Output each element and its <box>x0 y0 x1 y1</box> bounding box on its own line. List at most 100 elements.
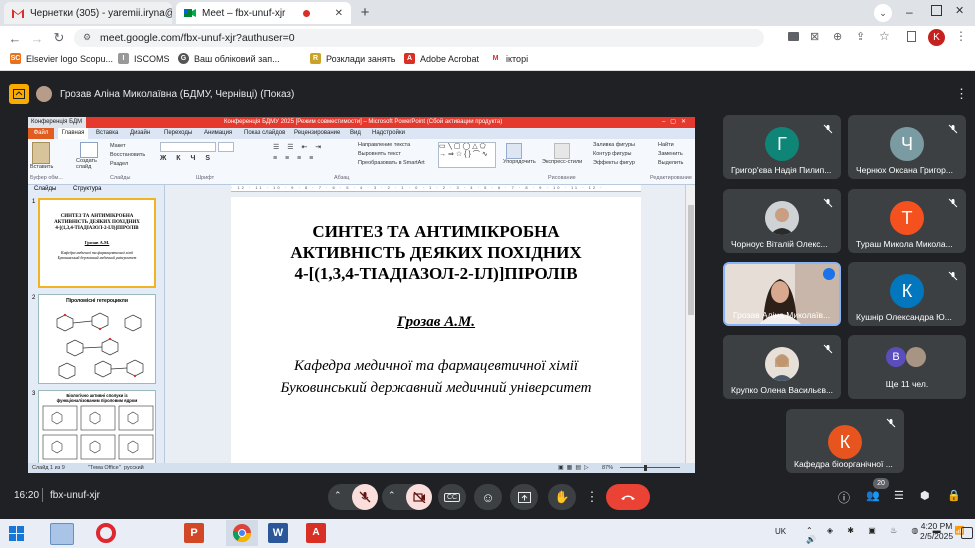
slide-thumbnail-1[interactable]: СИНТЕЗ ТА АНТИМІКРОБНА АКТИВНІСТЬ ДЕЯКИХ… <box>38 198 156 288</box>
pane-tab-outline[interactable]: Структура <box>73 186 101 192</box>
camera-permission-icon[interactable] <box>788 32 799 41</box>
ppt-tab-review[interactable]: Рецензирование <box>294 130 340 136</box>
new-slide-icon[interactable] <box>80 142 98 158</box>
quick-styles-icon[interactable] <box>554 143 570 159</box>
address-bar[interactable]: ⚙ meet.google.com/fbx-unuf-xjr?authuser=… <box>74 29 764 47</box>
bookmark-mail[interactable]: Mікторі <box>490 53 528 64</box>
side-panel-icon[interactable] <box>907 31 916 42</box>
mic-off-icon <box>948 121 958 134</box>
acrobat-icon[interactable]: A <box>306 523 326 543</box>
profile-avatar[interactable]: K <box>928 29 945 46</box>
people-icon[interactable]: 👥 <box>866 489 880 502</box>
opera-icon[interactable] <box>96 523 116 543</box>
more-options-icon[interactable]: ⋮ <box>955 86 968 102</box>
leave-call-button[interactable] <box>606 484 650 510</box>
slide-thumbnail-3[interactable]: Біологічно активні сполуки із функціонал… <box>38 390 156 465</box>
minimize-icon[interactable]: – <box>906 5 913 19</box>
forward-arrow-icon[interactable]: → <box>28 29 46 47</box>
more-actions-button[interactable]: ⋮ <box>584 484 600 510</box>
bookmark-star-icon[interactable]: ☆ <box>879 29 890 43</box>
arrange-icon[interactable] <box>506 143 522 159</box>
participant-tile-9[interactable]: К Кафедра біоорганічної ... <box>786 409 904 473</box>
view-buttons-icons[interactable]: ▣▦▤▷ <box>558 464 592 471</box>
ppt-tab-file[interactable]: Файл <box>28 128 54 139</box>
ppt-tab-addins[interactable]: Надстройки <box>372 130 405 136</box>
ppt-tab-animation[interactable]: Анимация <box>204 130 232 136</box>
windows-start-icon[interactable] <box>9 526 24 546</box>
present-icon[interactable] <box>9 84 29 104</box>
align-icons[interactable]: ≡ ≡ ≡ ≡ <box>273 155 316 162</box>
vertical-scrollbar[interactable] <box>685 185 695 463</box>
camera-off-button[interactable] <box>406 484 432 510</box>
shapes-gallery[interactable]: ▭╲▢◯△⬠ →⇒☆{}⌒∿ <box>438 142 496 168</box>
clock[interactable]: 4:20 PM 2/5/2025 <box>920 521 953 541</box>
captions-button[interactable]: CC <box>438 484 466 510</box>
ppt-tab-insert[interactable]: Вставка <box>96 130 118 136</box>
host-controls-icon[interactable]: 🔒 <box>947 489 961 502</box>
bookmark-account[interactable]: G Ваш обліковий зап... <box>178 53 280 64</box>
more-participants-tile[interactable]: В Ще 11 чел. <box>848 335 966 399</box>
paste-icon[interactable] <box>32 142 50 164</box>
font-name-box[interactable] <box>160 142 216 152</box>
participant-tile-2[interactable]: Ч Чернюх Оксана Григор... <box>848 115 966 179</box>
participant-tile-speaking[interactable]: Грозав Аліна Миколаїв... <box>723 262 841 326</box>
participant-tile-4[interactable]: Т Тураш Микола Микола... <box>848 189 966 253</box>
back-arrow-icon[interactable]: ← <box>6 29 24 47</box>
participant-tile-6[interactable]: К Кушнір Олександра Ю... <box>848 262 966 326</box>
window-close-icon[interactable]: ✕ <box>955 4 964 17</box>
participant-tile-1[interactable]: Г Григор'єва Надія Пилип... <box>723 115 841 179</box>
bookmark-adobe[interactable]: A Adobe Acrobat <box>404 53 479 64</box>
zoom-slider-thumb[interactable] <box>644 465 647 471</box>
participant-tile-7[interactable]: Крупко Олена Васильєв... <box>723 335 841 399</box>
bookmark-iscoms[interactable]: I ISCOMS <box>118 53 170 64</box>
reload-icon[interactable]: ↻ <box>50 29 68 47</box>
reactions-button[interactable]: ☺ <box>474 484 502 510</box>
zoom-icon[interactable]: ⊕ <box>833 30 842 43</box>
scrollbar-thumb[interactable] <box>688 205 694 315</box>
info-icon[interactable]: ⓘ <box>838 489 850 506</box>
tab-gmail[interactable]: Чернетки (305) - yaremii.iryna@ ✕ <box>4 2 172 24</box>
keyboard-language[interactable]: UK <box>775 527 786 536</box>
activities-icon[interactable]: ⬢ <box>920 489 930 502</box>
zoom-slider[interactable] <box>620 467 680 468</box>
chat-icon[interactable]: ☰ <box>894 489 904 502</box>
close-tab-icon[interactable]: ✕ <box>329 8 343 19</box>
bookmark-schedule[interactable]: R Розклади занять <box>310 53 396 64</box>
ppt-tab-view[interactable]: Вид <box>350 130 361 136</box>
pane-tab-slides[interactable]: Слайды <box>34 186 56 192</box>
share-icon[interactable]: ⇪ <box>856 30 865 43</box>
ppt-ribbon-tabs: Файл Главная Вставка Дизайн Переходы Ани… <box>28 128 695 139</box>
present-now-button[interactable] <box>510 484 538 510</box>
word-icon[interactable]: W <box>268 523 288 543</box>
raise-hand-button[interactable]: ✋ <box>548 484 576 510</box>
bookmark-scopus[interactable]: SC Elsevier logo Scopu... <box>10 53 113 64</box>
chrome-icon <box>232 524 251 543</box>
theme-name: "Тема Office" <box>88 465 121 471</box>
tab-meet[interactable]: Meet – fbx-unuf-xjr ✕ <box>176 2 351 24</box>
current-slide[interactable]: СИНТЕЗ ТА АНТИМІКРОБНА АКТИВНІСТЬ ДЕЯКИХ… <box>231 197 641 463</box>
maximize-icon[interactable] <box>931 5 942 16</box>
mic-options-chevron-icon[interactable]: ⌃ <box>334 490 342 501</box>
new-tab-button[interactable]: + <box>356 4 374 22</box>
horizontal-ruler: · 12 · 11 · 10 · 9 · 8 · 7 · 6 · 5 · 4 ·… <box>231 185 641 192</box>
powerpoint-icon[interactable]: P <box>184 523 204 543</box>
captions-icon: CC <box>443 492 461 502</box>
camera-options-chevron-icon[interactable]: ⌃ <box>388 490 396 501</box>
ppt-tab-transitions[interactable]: Переходы <box>164 130 192 136</box>
notifications-icon[interactable] <box>961 527 973 539</box>
site-info-icon[interactable]: ⚙ <box>83 32 91 43</box>
participant-tile-3[interactable]: Чорноус Віталій Олекс... <box>723 189 841 253</box>
browser-menu-icon[interactable]: ⋮ <box>955 29 967 43</box>
list-icons[interactable]: ☰ ☰ ⇤ ⇥ <box>273 143 324 151</box>
file-explorer-icon[interactable] <box>50 523 74 545</box>
slide-thumbnail-2[interactable]: Піроломісні гетероцикли <box>38 294 156 384</box>
mic-off-button[interactable] <box>352 484 378 510</box>
ppt-tab-slideshow[interactable]: Показ слайдов <box>244 130 285 136</box>
tab-search-chevron-icon[interactable]: ⌄ <box>874 4 892 22</box>
ppt-tab-design[interactable]: Дизайн <box>130 130 150 136</box>
ppt-tab-home[interactable]: Главная <box>58 128 88 139</box>
font-size-box[interactable] <box>218 142 234 152</box>
translate-icon[interactable]: ⊠ <box>810 30 819 43</box>
chrome-taskbar-active[interactable] <box>226 520 258 546</box>
font-format-icons[interactable]: Ж К Ч S <box>160 155 214 162</box>
